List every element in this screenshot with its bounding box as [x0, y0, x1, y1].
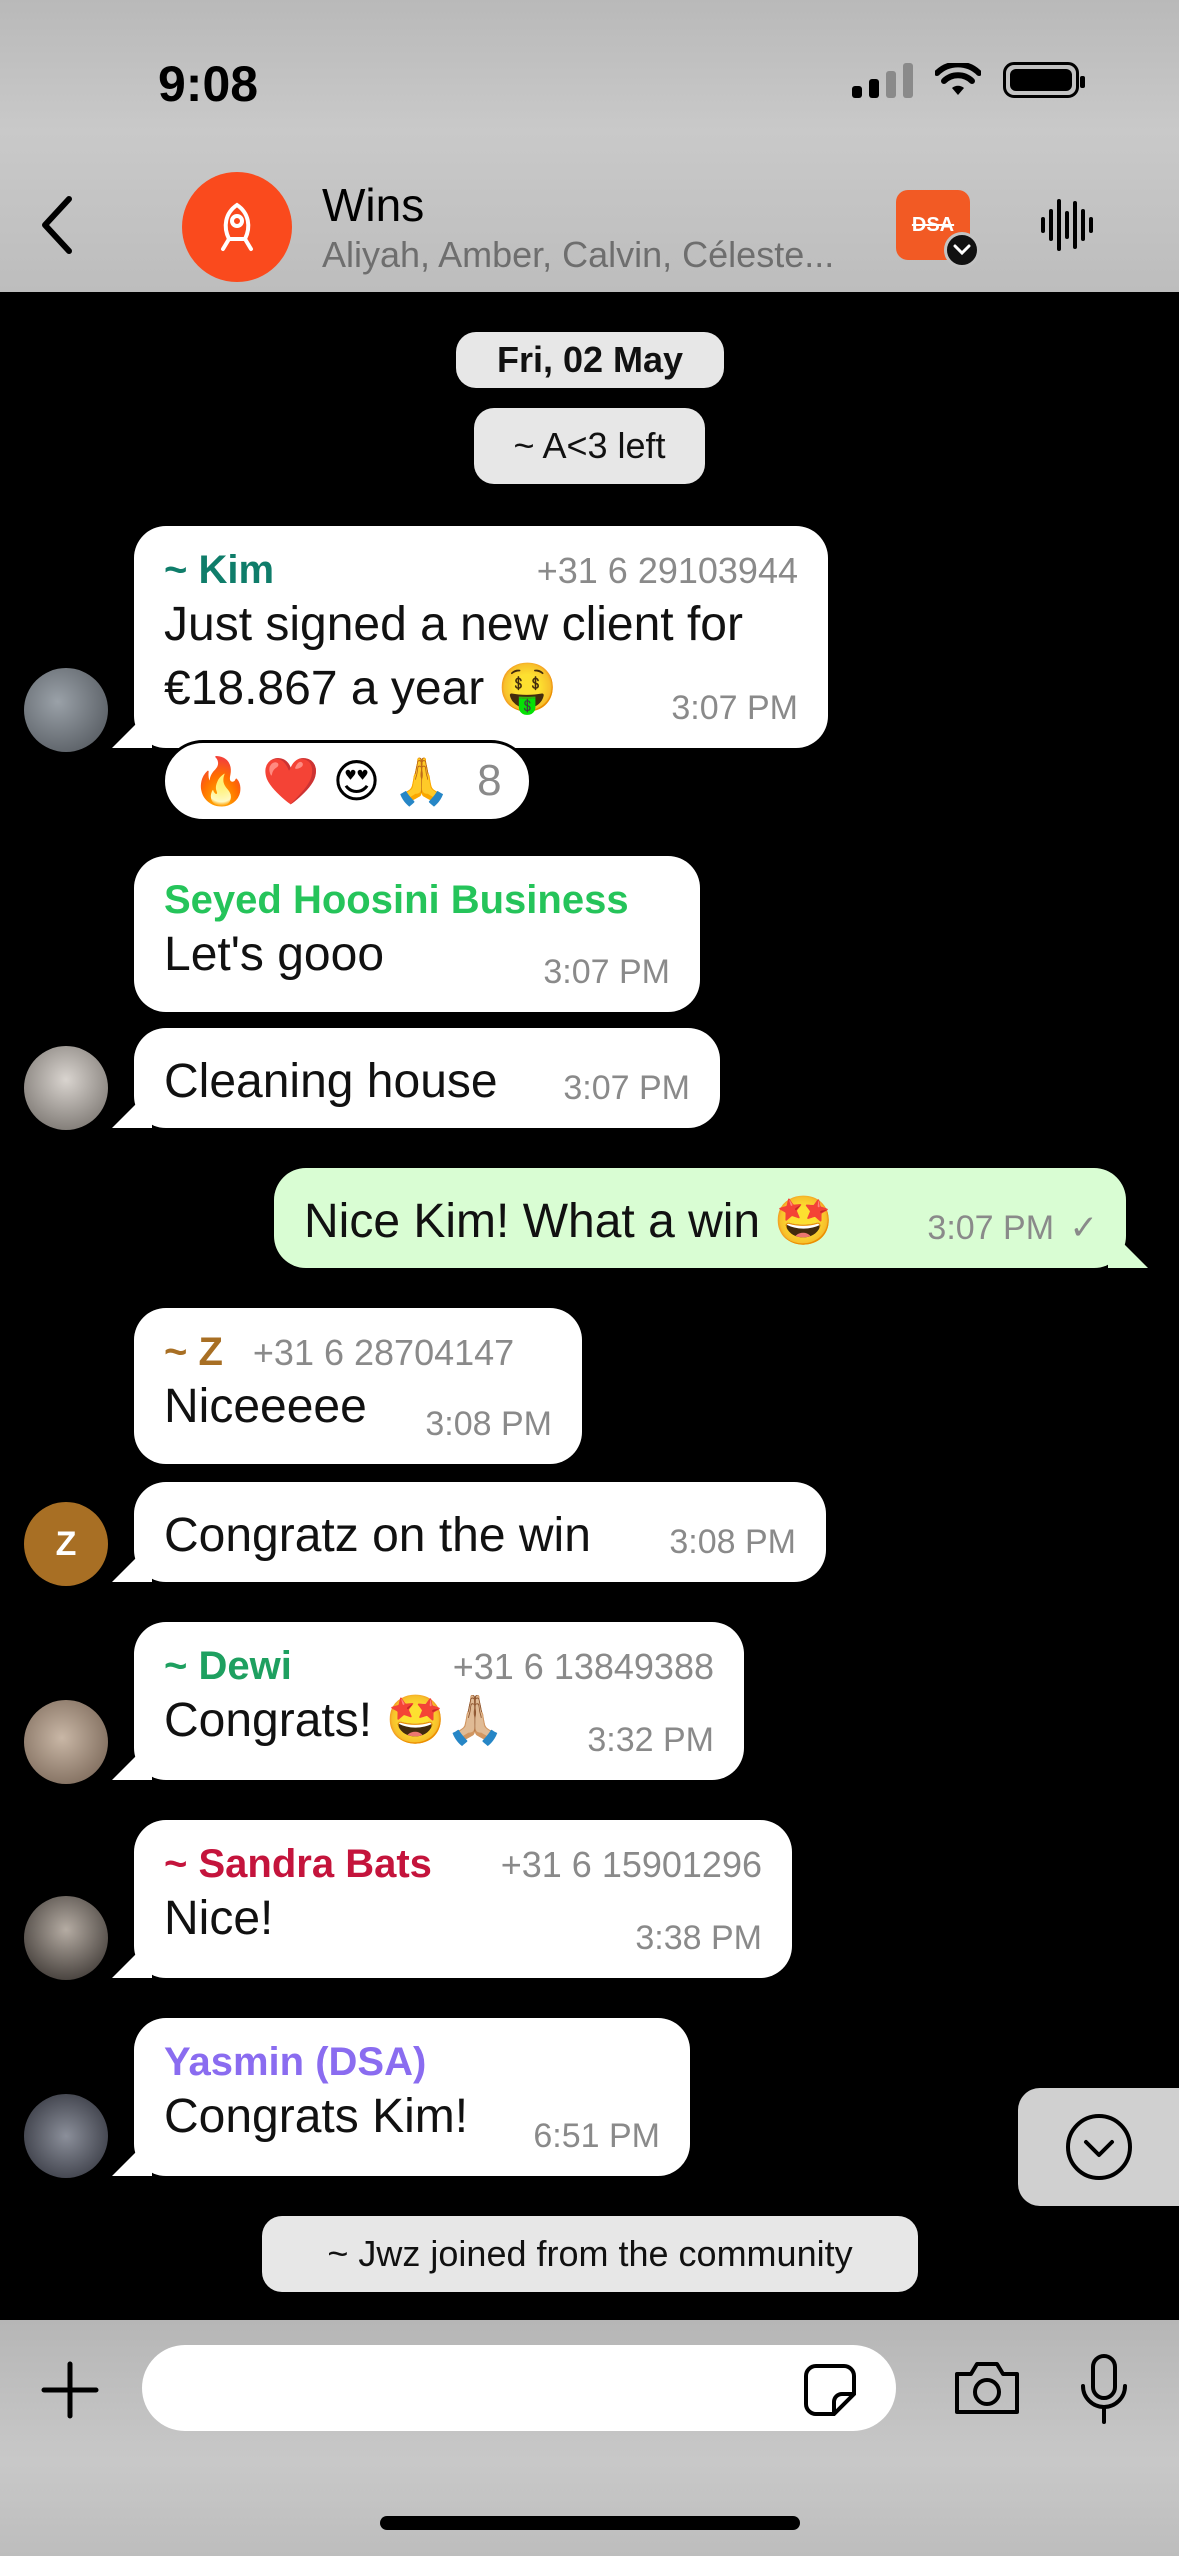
group-avatar[interactable]: [182, 172, 292, 282]
reaction-emojis: 🔥 ❤️ 😍 🙏: [192, 754, 451, 807]
voice-chat-button[interactable]: [1032, 190, 1102, 260]
avatar-kim[interactable]: [24, 668, 108, 752]
sent-check-icon: ✓: [1069, 1209, 1099, 1247]
microphone-icon: [1081, 2354, 1127, 2424]
message-input-container[interactable]: [142, 2345, 896, 2431]
reaction-count: 8: [477, 756, 502, 805]
message-bubble[interactable]: Seyed Hoosini Business Let's gooo 3:07 P…: [134, 856, 700, 1012]
home-indicator: [380, 2516, 800, 2530]
chat-title[interactable]: Wins: [322, 178, 424, 232]
sender-name: ~ Z: [164, 1330, 223, 1374]
message-time: 3:07 PM: [671, 689, 798, 727]
message-reactions[interactable]: 🔥 ❤️ 😍 🙏 8: [162, 740, 532, 822]
sender-phone: +31 6 15901296: [500, 1844, 762, 1885]
sound-wave-icon: [1041, 199, 1093, 251]
message-bubble[interactable]: ~ Sandra Bats +31 6 15901296 Nice! 3:38 …: [134, 1820, 792, 1978]
community-dsa-button[interactable]: DSA: [896, 190, 980, 268]
message-bubble[interactable]: Yasmin (DSA) Congrats Kim! 6:51 PM: [134, 2018, 690, 2176]
wifi-icon: [935, 63, 981, 95]
message-text: Just signed a new client for €18.867 a y…: [164, 598, 743, 715]
scroll-to-bottom-button[interactable]: [1018, 2088, 1179, 2206]
rocket-icon: [221, 202, 253, 251]
outgoing-message-bubble[interactable]: Nice Kim! What a win 🤩 3:07 PM ✓: [274, 1168, 1126, 1268]
attach-button[interactable]: [32, 2352, 108, 2428]
message-sender: Seyed Hoosini Business: [164, 878, 670, 923]
system-message-joined: ~ Jwz joined from the community: [262, 2216, 918, 2292]
status-time: 9:08: [158, 56, 259, 112]
message-time: 3:38 PM: [635, 1919, 762, 1957]
chevron-down-circle-icon: [1065, 2114, 1132, 2180]
message-bubble[interactable]: ~ Dewi +31 6 13849388 Congrats! 🤩🙏🏼 3:32…: [134, 1622, 744, 1780]
avatar-sandra[interactable]: [24, 1896, 108, 1980]
message-time: 3:08 PM: [425, 1405, 552, 1443]
message-time: 3:08 PM: [669, 1523, 796, 1561]
microphone-button[interactable]: [1074, 2350, 1134, 2430]
message-bubble[interactable]: ~ Z +31 6 28704147 Niceeeee 3:08 PM: [134, 1308, 582, 1464]
sender-phone: +31 6 13849388: [452, 1646, 714, 1687]
avatar-z[interactable]: Z: [24, 1502, 108, 1586]
dsa-label: DSA: [911, 213, 955, 236]
sender-name: Seyed Hoosini Business: [164, 878, 629, 922]
sticker-button[interactable]: [800, 2360, 860, 2420]
message-bubble[interactable]: ~ Kim +31 6 29103944 Just signed a new c…: [134, 526, 828, 748]
cellular-signal-icon: [852, 62, 913, 98]
sender-name: ~ Kim: [164, 548, 275, 592]
message-time: 3:32 PM: [587, 1721, 714, 1759]
status-icons: [852, 62, 1085, 98]
message-time-label: 3:07 PM: [927, 1209, 1055, 1247]
message-sender: ~ Dewi +31 6 13849388: [164, 1644, 714, 1689]
avatar-seyed[interactable]: [24, 1046, 108, 1130]
sender-name: ~ Sandra Bats: [164, 1842, 432, 1886]
message-sender: ~ Kim +31 6 29103944: [164, 548, 798, 593]
sender-name: ~ Dewi: [164, 1644, 292, 1688]
message-time: 3:07 PM: [563, 1069, 690, 1107]
battery-icon: [1003, 62, 1085, 98]
chevron-down-icon: [944, 232, 980, 268]
message-bubble[interactable]: Congratz on the win 3:08 PM: [134, 1482, 826, 1582]
sticker-icon: [804, 2364, 856, 2416]
chat-header: 9:08 Wins Aliyah, Amber, Calvin, Céleste…: [0, 0, 1179, 292]
message-time: 6:51 PM: [533, 2117, 660, 2155]
message-input[interactable]: [172, 2345, 792, 2431]
message-bubble[interactable]: Cleaning house 3:07 PM: [134, 1028, 720, 1128]
message-sender: Yasmin (DSA): [164, 2040, 660, 2085]
message-sender: ~ Sandra Bats +31 6 15901296: [164, 1842, 762, 1887]
system-message-left: ~ A<3 left: [474, 408, 705, 484]
camera-icon: [955, 2362, 1019, 2414]
chevron-left-icon: [42, 196, 72, 254]
message-sender: ~ Z +31 6 28704147: [164, 1330, 552, 1375]
camera-button[interactable]: [950, 2355, 1024, 2421]
chat-members[interactable]: Aliyah, Amber, Calvin, Céleste...: [322, 234, 834, 276]
date-pill: Fri, 02 May: [456, 332, 724, 388]
message-time: 3:07 PM: [543, 953, 670, 991]
sender-name: Yasmin (DSA): [164, 2040, 427, 2084]
avatar-yasmin[interactable]: [24, 2094, 108, 2178]
back-button[interactable]: [22, 190, 92, 260]
message-time: 3:07 PM ✓: [927, 1208, 1098, 1248]
sender-phone: +31 6 29103944: [536, 550, 798, 591]
avatar-dewi[interactable]: [24, 1700, 108, 1784]
plus-icon: [41, 2361, 99, 2419]
sender-phone: +31 6 28704147: [252, 1332, 515, 1373]
